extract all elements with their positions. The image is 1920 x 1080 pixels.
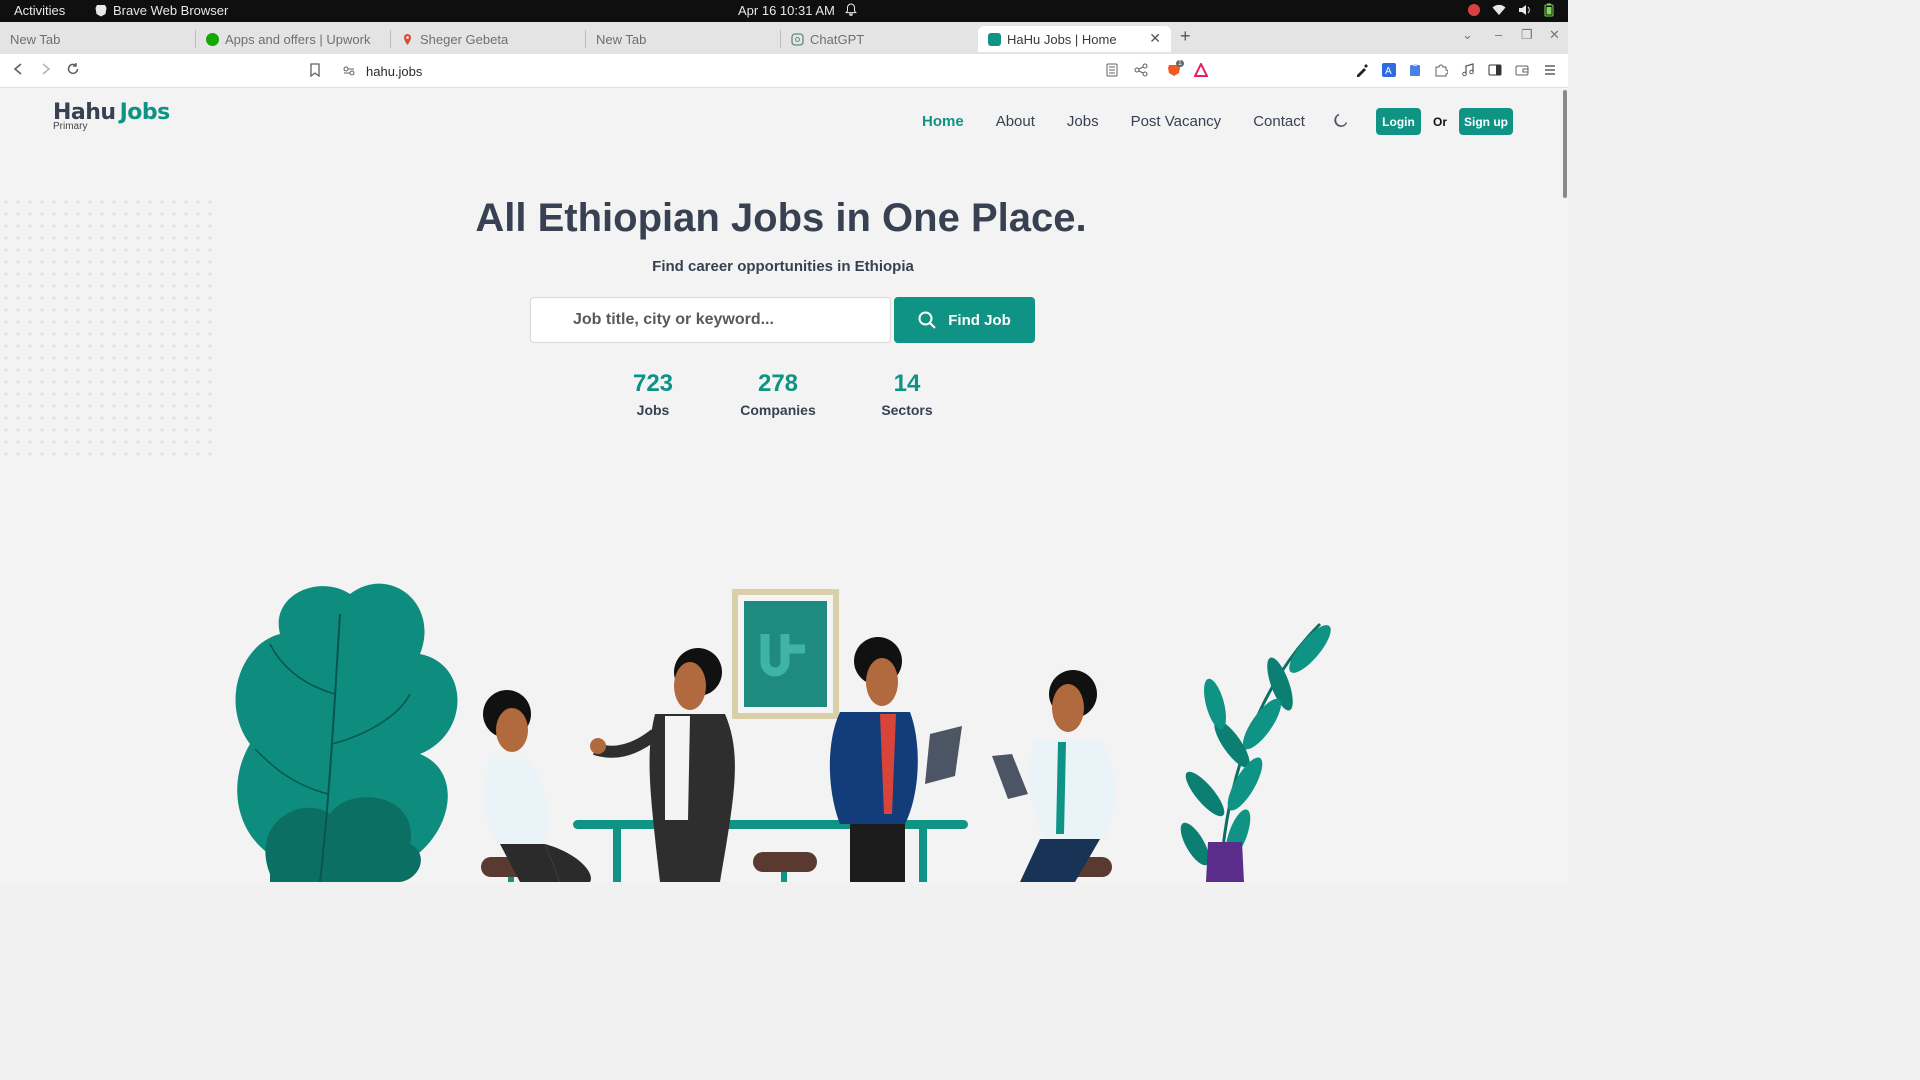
stat-value: 278 — [757, 370, 799, 397]
dark-mode-moon-icon[interactable] — [1333, 112, 1349, 133]
upwork-icon — [206, 32, 219, 46]
app-name-label: Brave Web Browser — [113, 3, 229, 18]
login-button[interactable]: Login — [1376, 108, 1421, 135]
person-1-illustration — [483, 690, 591, 882]
reader-mode-icon[interactable] — [1106, 63, 1120, 77]
office-team-illustration — [235, 583, 1331, 882]
color-picker-icon[interactable] — [1355, 63, 1369, 77]
hero-subtitle: Find career opportunities in Ethiopia — [652, 258, 914, 275]
scrollbar-thumb[interactable] — [1563, 90, 1567, 198]
brave-rewards-icon[interactable] — [1193, 61, 1209, 77]
system-top-bar: Activities Brave Web Browser Apr 16 10:3… — [0, 0, 1568, 22]
stat-value: 14 — [893, 370, 921, 397]
tab-chatgpt[interactable]: ChatGPT — [781, 26, 976, 52]
wall-frame-illustration — [732, 589, 839, 719]
nav-contact[interactable]: Contact — [1253, 113, 1305, 130]
page-scrollbar[interactable] — [1562, 88, 1568, 882]
svg-text:A: A — [1385, 66, 1392, 77]
tab-title: Sheger Gebeta — [420, 31, 509, 47]
tab-title: New Tab — [596, 31, 647, 47]
tray-app-icon[interactable] — [1468, 4, 1480, 16]
sidebar-toggle-icon[interactable] — [1488, 63, 1502, 77]
tab-upwork[interactable]: Apps and offers | Upwork — [196, 26, 391, 52]
new-tab-button[interactable]: + — [1180, 26, 1191, 47]
close-window-icon[interactable]: ✕ — [1549, 27, 1560, 43]
browser-tab-strip: New Tab Apps and offers | Upwork Sheger … — [0, 22, 1568, 54]
close-tab-icon[interactable]: ✕ — [1149, 30, 1161, 47]
nav-post-vacancy[interactable]: Post Vacancy — [1131, 113, 1222, 130]
maximize-window-icon[interactable]: ❐ — [1521, 27, 1533, 43]
clipboard-extension-icon[interactable] — [1408, 63, 1422, 77]
map-pin-icon — [404, 33, 411, 45]
left-plant-illustration — [235, 583, 458, 882]
signup-button[interactable]: Sign up — [1459, 108, 1513, 135]
url-text: hahu.jobs — [366, 64, 423, 79]
back-icon[interactable] — [12, 62, 24, 80]
battery-icon — [1544, 3, 1554, 17]
right-plant-illustration — [1180, 622, 1331, 882]
wallet-icon[interactable] — [1515, 63, 1529, 77]
tab-hahu-jobs[interactable]: HaHu Jobs | Home ✕ — [978, 26, 1171, 52]
browser-toolbar: hahu.jobs 1 A — [0, 54, 1568, 88]
tab-title: HaHu Jobs | Home — [1007, 31, 1117, 47]
nav-jobs[interactable]: Jobs — [1067, 113, 1099, 130]
hamburger-menu-icon[interactable] — [1543, 63, 1557, 77]
wifi-icon — [1492, 4, 1506, 15]
or-separator: Or — [1433, 115, 1448, 129]
tab-list-chevron-icon[interactable]: ⌄ — [1462, 27, 1473, 43]
hero-title: All Ethiopian Jobs in One Place. — [475, 196, 1087, 240]
tab-new-tab-1[interactable]: New Tab — [0, 26, 196, 52]
notification-bell-icon[interactable] — [845, 3, 857, 19]
app-menu[interactable]: Brave Web Browser — [95, 3, 228, 18]
stat-sectors: 14 Sectors — [866, 370, 948, 418]
tab-title: Apps and offers | Upwork — [225, 31, 371, 47]
stat-label: Jobs — [636, 402, 670, 418]
tab-title: New Tab — [10, 31, 61, 47]
reload-icon[interactable] — [66, 62, 80, 80]
clock[interactable]: Apr 16 10:31 AM — [738, 3, 835, 18]
system-tray[interactable] — [1468, 3, 1554, 17]
nav-about[interactable]: About — [996, 113, 1035, 130]
media-music-icon[interactable] — [1461, 63, 1475, 77]
stat-companies: 278 Companies — [728, 370, 828, 418]
site-info-icon[interactable] — [342, 64, 356, 78]
find-job-button[interactable]: Find Job — [894, 297, 1035, 343]
stat-jobs: 723 Jobs — [612, 370, 694, 418]
bookmark-icon[interactable] — [309, 63, 323, 78]
logo-text-jobs: Jobs — [119, 100, 171, 125]
page-viewport: Hahu Jobs Primary Home About Jobs Post Va… — [0, 88, 1562, 882]
tab-title: ChatGPT — [810, 31, 865, 47]
find-job-label: Find Job — [948, 311, 1011, 329]
stat-value: 723 — [632, 370, 674, 397]
person-3-illustration — [829, 637, 962, 882]
brave-lion-icon — [95, 5, 107, 17]
translate-extension-icon[interactable]: A — [1382, 63, 1396, 77]
share-icon[interactable] — [1134, 63, 1148, 77]
search-icon — [918, 311, 936, 329]
extensions-puzzle-icon[interactable] — [1434, 63, 1449, 77]
hahu-icon — [988, 32, 1001, 46]
url-bar[interactable]: hahu.jobs — [334, 58, 1216, 84]
activities-button[interactable]: Activities — [14, 3, 65, 18]
job-search-input[interactable] — [531, 298, 890, 342]
forward-icon[interactable] — [40, 62, 52, 80]
job-search-box — [530, 297, 891, 343]
stat-label: Sectors — [881, 402, 933, 418]
stat-label: Companies — [740, 402, 816, 418]
chatgpt-icon — [791, 32, 804, 46]
tab-new-tab-2[interactable]: New Tab — [586, 26, 781, 52]
table-illustration — [573, 820, 968, 882]
minimize-window-icon[interactable]: – — [1495, 27, 1502, 42]
tab-sheger-gebeta[interactable]: Sheger Gebeta — [391, 26, 586, 52]
volume-icon — [1519, 5, 1530, 15]
person-2-illustration — [590, 648, 735, 882]
person-4-illustration — [992, 670, 1116, 882]
nav-home[interactable]: Home — [922, 113, 964, 130]
shields-badge: 1 — [1176, 60, 1184, 67]
main-navigation: Home About Jobs Post Vacancy Contact — [922, 113, 1305, 130]
hahu-jobs-logo[interactable]: Hahu Jobs Primary — [53, 100, 170, 132]
